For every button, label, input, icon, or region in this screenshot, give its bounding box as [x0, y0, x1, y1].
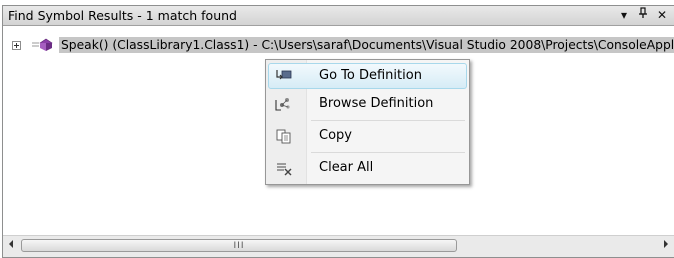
copy-icon	[275, 128, 293, 144]
menu-item-label: Go To Definition	[319, 68, 422, 83]
menu-item-go-to-definition[interactable]: Go To Definition	[268, 63, 467, 89]
expand-icon[interactable]	[12, 41, 21, 50]
dropdown-arrow-icon[interactable]: ▾	[616, 7, 632, 23]
result-item-text[interactable]: Speak() (ClassLibrary1.Class1) - C:\User…	[59, 37, 674, 53]
method-symbol-icon	[31, 38, 55, 52]
clear-all-icon	[275, 160, 293, 176]
close-icon[interactable]: ✕	[654, 7, 670, 23]
menu-item-label: Clear All	[319, 160, 374, 175]
scrollbar-grip-icon: III	[233, 241, 245, 251]
pin-icon[interactable]	[635, 7, 651, 23]
scroll-left-arrow-icon[interactable]	[9, 240, 13, 248]
menu-separator	[311, 120, 465, 121]
horizontal-scrollbar[interactable]: III	[3, 235, 674, 257]
scrollbar-thumb[interactable]: III	[21, 239, 457, 252]
menu-item-copy[interactable]: Copy	[268, 123, 467, 149]
window-title: Find Symbol Results - 1 match found	[8, 8, 237, 23]
window-titlebar: Find Symbol Results - 1 match found ▾ ✕	[3, 6, 674, 26]
menu-item-label: Browse Definition	[319, 96, 434, 111]
scroll-right-arrow-icon[interactable]	[664, 240, 668, 248]
go-to-definition-icon	[275, 68, 293, 84]
context-menu: Go To Definition Browse Definition Copy …	[265, 59, 470, 185]
menu-item-browse-definition[interactable]: Browse Definition	[268, 91, 467, 117]
menu-item-clear-all[interactable]: Clear All	[268, 155, 467, 181]
browse-definition-icon	[275, 96, 293, 112]
menu-item-label: Copy	[319, 128, 352, 143]
menu-separator	[311, 152, 465, 153]
